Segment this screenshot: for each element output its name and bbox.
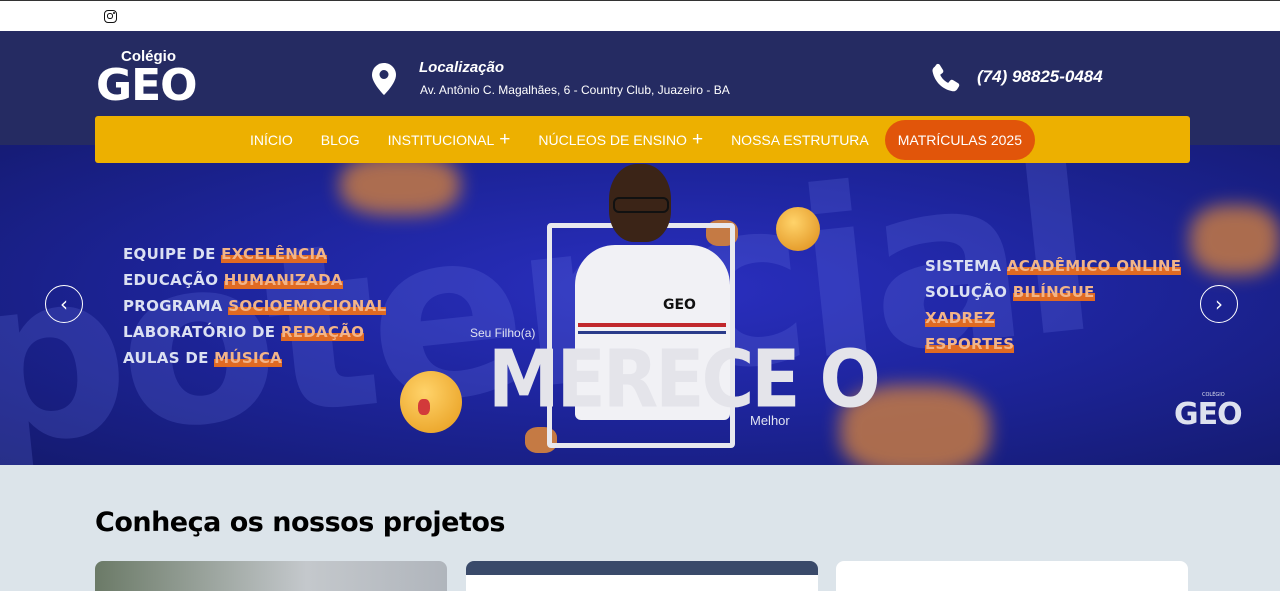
location-pin-icon bbox=[372, 63, 396, 95]
carousel-prev-button[interactable]: ‹ bbox=[45, 285, 83, 323]
location-address: Av. Antônio C. Magalhães, 6 - Country Cl… bbox=[420, 83, 730, 97]
location-title: Localização bbox=[419, 59, 505, 76]
plus-icon: + bbox=[691, 128, 704, 150]
nav-item-label: BLOG bbox=[320, 131, 360, 148]
nav-item-nossa-estrutura[interactable]: NOSSA ESTRUTURA bbox=[731, 132, 869, 148]
plus-icon: + bbox=[499, 128, 511, 150]
project-card[interactable] bbox=[95, 561, 447, 591]
project-card[interactable] bbox=[836, 561, 1188, 591]
hero-tagline: Melhor bbox=[750, 413, 790, 428]
instagram-icon[interactable] bbox=[104, 10, 117, 23]
feature-line: XADREZ bbox=[925, 309, 996, 327]
main-navigation: INÍCIO BLOG INSTITUCIONAL + NÚCLEOS DE EN… bbox=[95, 116, 1190, 163]
hero-headline: MERECE O bbox=[488, 333, 881, 426]
section-title: Conheça os nossos projetos bbox=[95, 507, 505, 539]
tongue-emoji-icon bbox=[400, 371, 462, 433]
matriculas-button[interactable]: MATRÍCULAS 2025 bbox=[884, 119, 1035, 160]
nav-item-label: NOSSA ESTRUTURA bbox=[731, 131, 869, 148]
carousel-next-button[interactable]: › bbox=[1200, 285, 1238, 323]
feature-line: PROGRAMA SOCIOEMOCIONAL bbox=[123, 297, 387, 315]
nav-item-institucional[interactable]: INSTITUCIONAL + bbox=[387, 128, 511, 150]
nav-item-label: INSTITUCIONAL bbox=[387, 131, 495, 148]
phone-number[interactable]: (74) 98825-0484 bbox=[977, 67, 1103, 87]
hero-carousel: potencial EQUIPE DE EXCELÊNCIA EDUCAÇÃO … bbox=[0, 145, 1280, 465]
features-left: EQUIPE DE EXCELÊNCIA EDUCAÇÃO HUMANIZADA… bbox=[123, 241, 387, 371]
glasses bbox=[613, 197, 669, 213]
features-right: SISTEMA ACADÊMICO ONLINE SOLUÇÃO BILÍNGU… bbox=[925, 253, 1182, 357]
feature-line: SOLUÇÃO BILÍNGUE bbox=[925, 283, 1095, 301]
nav-item-label: NÚCLEOS DE ENSINO bbox=[538, 131, 687, 148]
feature-line: LABORATÓRIO DE REDAÇÃO bbox=[123, 323, 365, 341]
feature-line: EDUCAÇÃO HUMANIZADA bbox=[123, 271, 343, 289]
project-card[interactable] bbox=[466, 561, 818, 591]
nav-item-inicio[interactable]: INÍCIO bbox=[250, 132, 293, 148]
logo[interactable]: GEO bbox=[96, 61, 198, 111]
chevron-right-icon: › bbox=[1215, 292, 1223, 316]
nav-item-label: INÍCIO bbox=[249, 131, 293, 148]
chat-bubble-icon bbox=[776, 207, 820, 251]
nav-item-blog[interactable]: BLOG bbox=[321, 132, 360, 148]
nav-item-nucleos-de-ensino[interactable]: NÚCLEOS DE ENSINO + bbox=[538, 128, 704, 150]
brand-watermark-logo: GEO bbox=[1174, 397, 1243, 432]
shirt-logo: GEO bbox=[663, 297, 696, 313]
chevron-left-icon: ‹ bbox=[60, 292, 68, 316]
shirt-stripe bbox=[578, 323, 726, 327]
phone-icon bbox=[932, 63, 960, 92]
feature-line: AULAS DE MÚSICA bbox=[123, 349, 283, 367]
chocolate-blob bbox=[340, 155, 460, 215]
feature-line: EQUIPE DE EXCELÊNCIA bbox=[123, 245, 328, 263]
feature-line: ESPORTES bbox=[925, 335, 1015, 353]
top-bar bbox=[0, 0, 1280, 31]
chocolate-blob bbox=[1190, 205, 1280, 275]
feature-line: SISTEMA ACADÊMICO ONLINE bbox=[925, 257, 1182, 275]
